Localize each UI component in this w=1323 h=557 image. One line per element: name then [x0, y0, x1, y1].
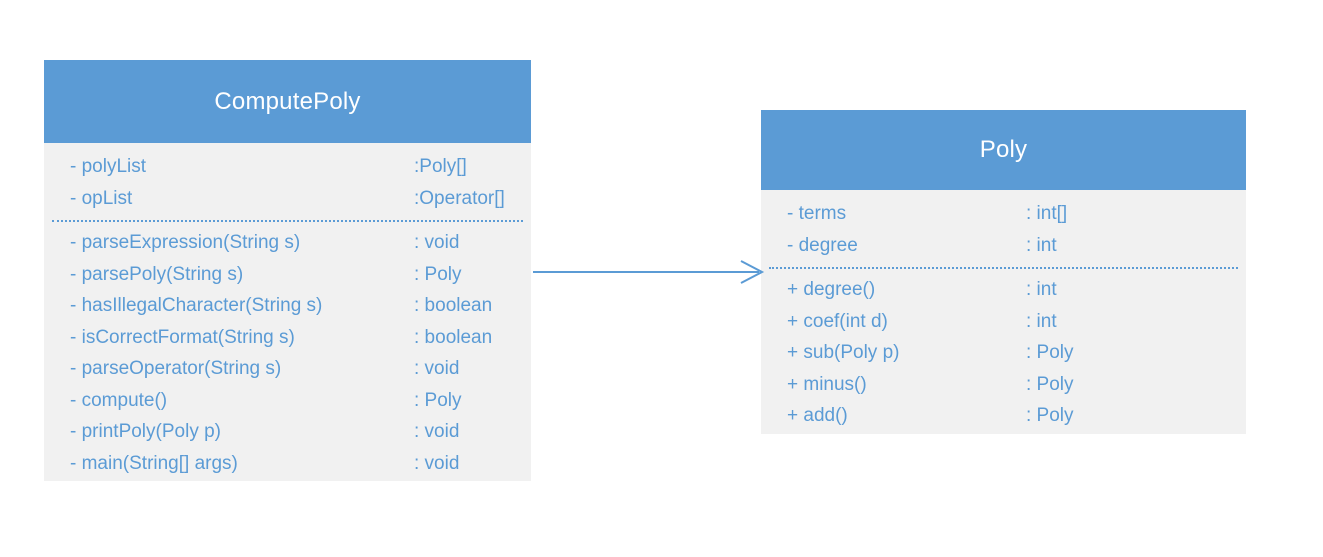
method-row: - isCorrectFormat(String s) : boolean: [70, 322, 531, 354]
method-signature: + add(): [787, 405, 848, 426]
method-signature: - parseOperator(String s): [70, 358, 282, 379]
attribute-row: - degree : int: [787, 230, 1246, 262]
method-row: - parseExpression(String s) : void: [70, 227, 531, 259]
attribute-row: - terms : int[]: [787, 198, 1246, 230]
method-row: + sub(Poly p) : Poly: [787, 337, 1246, 369]
attribute-signature: - polyList: [70, 156, 147, 177]
method-return-type: : boolean: [414, 326, 493, 348]
method-row: - printPoly(Poly p) : void: [70, 416, 531, 448]
attribute-row: - polyList :Poly[]: [70, 151, 531, 183]
method-signature: + minus(): [787, 373, 867, 395]
method-signature: + sub(Poly p): [787, 342, 900, 363]
association-arrow-computepoly-to-poly[interactable]: [527, 248, 771, 296]
uml-class-computepoly[interactable]: ComputePoly - polyList :Poly[] - opList …: [44, 60, 531, 481]
method-row: - parsePoly(String s) : Poly: [70, 259, 531, 291]
method-return-type: : void: [414, 421, 460, 442]
method-signature: - printPoly(Poly p): [70, 421, 221, 442]
attribute-row: - opList :Operator[]: [70, 183, 531, 215]
method-return-type: : void: [414, 232, 460, 253]
compartment-separator-poly: [769, 267, 1238, 269]
method-row: - hasIllegalCharacter(String s) : boolea…: [70, 290, 531, 322]
method-return-type: : Poly: [414, 263, 462, 285]
method-row: + coef(int d) : int: [787, 306, 1246, 338]
class-header-computepoly: ComputePoly: [44, 60, 531, 143]
attribute-signature: - terms: [787, 203, 847, 224]
class-body-computepoly: - polyList :Poly[] - opList :Operator[] …: [44, 143, 531, 481]
attribute-signature: - degree: [787, 234, 858, 256]
attribute-type: : int: [1026, 234, 1057, 256]
method-return-type: : int: [1026, 279, 1057, 300]
method-row: + degree() : int: [787, 274, 1246, 306]
methods-compartment-computepoly: - parseExpression(String s) : void - par…: [44, 227, 531, 479]
method-row: + minus() : Poly: [787, 369, 1246, 401]
attribute-type: :Operator[]: [414, 187, 505, 209]
method-return-type: : boolean: [414, 295, 493, 316]
uml-class-poly[interactable]: Poly - terms : int[] - degree : int + de…: [761, 110, 1246, 434]
method-signature: + degree(): [787, 279, 876, 300]
attributes-compartment-poly: - terms : int[] - degree : int: [761, 198, 1246, 261]
class-name-poly: Poly: [979, 136, 1028, 163]
method-return-type: : int: [1026, 310, 1057, 332]
method-row: - compute() : Poly: [70, 385, 531, 417]
method-signature: - parsePoly(String s): [70, 263, 244, 285]
method-return-type: : void: [414, 358, 460, 379]
method-signature: - compute(): [70, 389, 168, 411]
method-return-type: : Poly: [1026, 342, 1074, 363]
method-return-type: : Poly: [414, 389, 462, 411]
method-signature: - isCorrectFormat(String s): [70, 326, 295, 348]
attribute-type: :Poly[]: [414, 156, 467, 177]
methods-compartment-poly: + degree() : int + coef(int d) : int + s…: [761, 274, 1246, 432]
method-row: - main(String[] args) : void: [70, 448, 531, 480]
method-row: - parseOperator(String s) : void: [70, 353, 531, 385]
attributes-compartment-computepoly: - polyList :Poly[] - opList :Operator[]: [44, 151, 531, 214]
class-body-poly: - terms : int[] - degree : int + degree(…: [761, 190, 1246, 434]
attribute-signature: - opList: [70, 187, 133, 209]
method-signature: - parseExpression(String s): [70, 232, 301, 253]
method-return-type: : Poly: [1026, 373, 1074, 395]
method-row: + add() : Poly: [787, 400, 1246, 432]
class-name-computepoly: ComputePoly: [214, 87, 361, 115]
compartment-separator-computepoly: [52, 220, 523, 222]
diagram-canvas: ComputePoly - polyList :Poly[] - opList …: [0, 0, 1323, 557]
class-header-poly: Poly: [761, 110, 1246, 190]
method-signature: + coef(int d): [787, 310, 888, 332]
method-return-type: : void: [414, 452, 460, 474]
attribute-type: : int[]: [1026, 203, 1068, 224]
method-signature: - main(String[] args): [70, 452, 238, 474]
method-return-type: : Poly: [1026, 405, 1074, 426]
method-signature: - hasIllegalCharacter(String s): [70, 295, 323, 316]
